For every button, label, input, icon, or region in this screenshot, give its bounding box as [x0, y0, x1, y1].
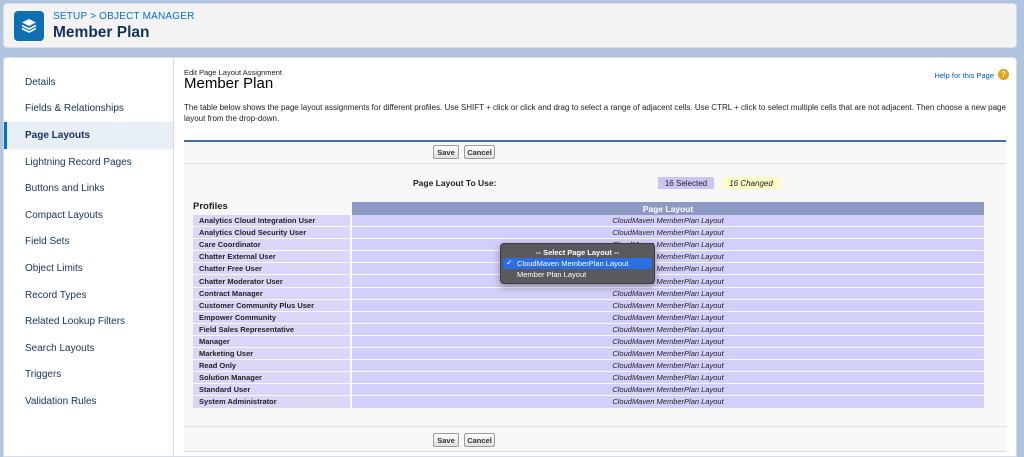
- layout-cell[interactable]: CloudMaven MemberPlan Layout: [352, 251, 984, 263]
- section-title: Member Plan: [184, 75, 274, 92]
- layout-cell[interactable]: CloudMaven MemberPlan Layout: [352, 287, 984, 299]
- sidebar-item-buttons-links[interactable]: Buttons and Links: [4, 175, 173, 202]
- help-icon[interactable]: ?: [998, 69, 1009, 80]
- sidebar: Details Fields & Relationships Page Layo…: [4, 58, 174, 457]
- profile-cell[interactable]: Field Sales Representative: [193, 323, 350, 335]
- help-link[interactable]: Help for this Page: [934, 71, 994, 80]
- table-row: Manager CloudMaven MemberPlan Layout: [193, 335, 984, 349]
- layout-cell[interactable]: CloudMaven MemberPlan Layout: [352, 311, 984, 323]
- profile-cell[interactable]: Contract Manager: [193, 287, 350, 299]
- dropdown-option-member-plan[interactable]: Member Plan Layout: [501, 269, 654, 280]
- dropdown-option-label: CloudMaven MemberPlan Layout: [517, 259, 629, 268]
- description-text: The table below shows the page layout as…: [184, 103, 1006, 123]
- table-row: Solution Manager CloudMaven MemberPlan La…: [193, 372, 984, 385]
- layout-cell[interactable]: CloudMaven MemberPlan Layout: [352, 396, 984, 408]
- page-title: Member Plan: [53, 24, 150, 41]
- layout-cell[interactable]: CloudMaven MemberPlan Layout: [352, 384, 984, 396]
- layout-cell[interactable]: CloudMaven MemberPlan Layout: [352, 239, 984, 251]
- profile-cell[interactable]: Analytics Cloud Security User: [193, 227, 350, 239]
- table-row: Marketing User CloudMaven MemberPlan Layo…: [193, 348, 984, 361]
- dropdown-option-cloudmaven[interactable]: ✓ CloudMaven MemberPlan Layout: [503, 258, 652, 269]
- profile-cell[interactable]: Empower Community: [193, 311, 350, 323]
- sidebar-item-details[interactable]: Details: [4, 69, 173, 96]
- page-layout-dropdown[interactable]: -- Select Page Layout -- ✓ CloudMaven Me…: [500, 243, 655, 284]
- table-row: Standard User CloudMaven MemberPlan Layou…: [193, 384, 984, 397]
- breadcrumb[interactable]: SETUP > OBJECT MANAGER: [53, 11, 195, 22]
- page-layout-to-use-label: Page Layout To Use:: [413, 178, 497, 188]
- profiles-column-header: Profiles: [193, 201, 228, 212]
- layout-cell[interactable]: CloudMaven MemberPlan Layout: [352, 372, 984, 384]
- layout-cell[interactable]: CloudMaven MemberPlan Layout: [352, 263, 984, 275]
- layout-cell[interactable]: CloudMaven MemberPlan Layout: [352, 299, 984, 311]
- profile-cell[interactable]: Chatter Free User: [193, 263, 350, 275]
- table-row: Contract Manager CloudMaven MemberPlan La…: [193, 287, 984, 300]
- sidebar-item-triggers[interactable]: Triggers: [4, 362, 173, 389]
- layers-icon: [14, 11, 44, 41]
- profile-cell[interactable]: Chatter Moderator User: [193, 275, 350, 287]
- table-row: Field Sales Representative CloudMaven Mem…: [193, 323, 984, 336]
- sidebar-item-lightning-record-pages[interactable]: Lightning Record Pages: [4, 149, 173, 176]
- sidebar-item-fields-relationships[interactable]: Fields & Relationships: [4, 96, 173, 123]
- top-button-row: [184, 142, 1006, 164]
- dropdown-option-placeholder[interactable]: -- Select Page Layout --: [501, 247, 654, 258]
- profile-cell[interactable]: Chatter External User: [193, 251, 350, 263]
- table-row: Analytics Cloud Integration User CloudMav…: [193, 215, 984, 228]
- cancel-button-bottom[interactable]: Cancel: [464, 433, 495, 447]
- selected-count-badge: 16 Selected: [658, 177, 714, 189]
- sidebar-item-page-layouts[interactable]: Page Layouts: [4, 122, 173, 149]
- layout-cell[interactable]: CloudMaven MemberPlan Layout: [352, 275, 984, 287]
- object-header: SETUP > OBJECT MANAGER Member Plan: [3, 3, 1017, 48]
- sidebar-item-object-limits[interactable]: Object Limits: [4, 255, 173, 282]
- sidebar-item-related-lookup-filters[interactable]: Related Lookup Filters: [4, 308, 173, 335]
- profile-cell[interactable]: Standard User: [193, 384, 350, 396]
- table-row: Empower Community CloudMaven MemberPlan L…: [193, 311, 984, 324]
- profile-cell[interactable]: Marketing User: [193, 348, 350, 360]
- sidebar-item-field-sets[interactable]: Field Sets: [4, 229, 173, 256]
- sidebar-item-compact-layouts[interactable]: Compact Layouts: [4, 202, 173, 229]
- layout-cell[interactable]: CloudMaven MemberPlan Layout: [352, 360, 984, 372]
- layout-cell[interactable]: CloudMaven MemberPlan Layout: [352, 335, 984, 348]
- layout-cell[interactable]: CloudMaven MemberPlan Layout: [352, 348, 984, 360]
- cancel-button-top[interactable]: Cancel: [464, 145, 495, 159]
- bottom-divider: [184, 426, 1006, 427]
- page-layout-column-header: Page Layout: [352, 202, 984, 215]
- table-row: Analytics Cloud Security User CloudMaven …: [193, 227, 984, 240]
- content-area: Edit Page Layout Assignment Member Plan …: [182, 58, 1012, 457]
- table-row: System Administrator CloudMaven MemberPla…: [193, 396, 984, 409]
- save-button-top[interactable]: Save: [433, 145, 459, 159]
- table-row: Read Only CloudMaven MemberPlan Layout: [193, 360, 984, 373]
- changed-count-badge: 16 Changed: [722, 177, 780, 189]
- checkmark-icon: ✓: [506, 258, 513, 267]
- profile-cell[interactable]: Analytics Cloud Integration User: [193, 215, 350, 227]
- profile-cell[interactable]: Solution Manager: [193, 372, 350, 384]
- layout-cell[interactable]: CloudMaven MemberPlan Layout: [352, 227, 984, 239]
- profile-cell[interactable]: Care Coordinator: [193, 239, 350, 251]
- assignment-table-box: Save Cancel Page Layout To Use: 16 Selec…: [184, 140, 1006, 452]
- profile-cell[interactable]: Manager: [193, 335, 350, 348]
- main-panel: Details Fields & Relationships Page Layo…: [3, 57, 1017, 457]
- layout-cell[interactable]: CloudMaven MemberPlan Layout: [352, 215, 984, 227]
- profile-cell[interactable]: System Administrator: [193, 396, 350, 408]
- layout-cell[interactable]: CloudMaven MemberPlan Layout: [352, 323, 984, 335]
- table-row: Customer Community Plus User CloudMaven M…: [193, 299, 984, 312]
- save-button-bottom[interactable]: Save: [433, 433, 459, 447]
- sidebar-item-validation-rules[interactable]: Validation Rules: [4, 388, 173, 415]
- profile-cell[interactable]: Read Only: [193, 360, 350, 372]
- sidebar-item-search-layouts[interactable]: Search Layouts: [4, 335, 173, 362]
- profile-cell[interactable]: Customer Community Plus User: [193, 299, 350, 311]
- sidebar-item-record-types[interactable]: Record Types: [4, 282, 173, 309]
